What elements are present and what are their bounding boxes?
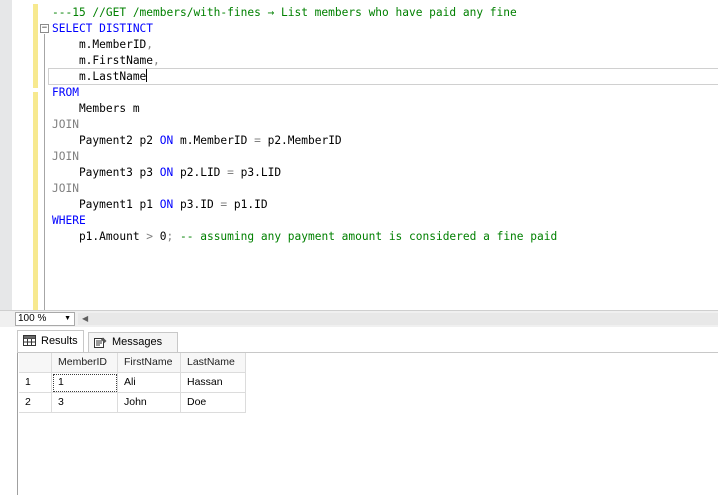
column-header[interactable]: MemberID [52,353,118,373]
horizontal-scrollbar[interactable] [78,313,718,325]
code-token: FROM [52,86,79,99]
text-caret [146,69,148,82]
scroll-left-arrow-icon[interactable]: ◀ [82,314,88,323]
code-token: m.MemberID [52,38,147,51]
results-grid-frame: MemberID FirstName LastName 1 1 Ali Hass… [17,353,718,495]
editor-margin [0,0,12,310]
results-tabs: Results Messages [17,330,718,352]
tab-results[interactable]: Results [17,330,84,352]
code-line[interactable]: ---15 //GET /members/with-fines → List m… [52,5,557,21]
tab-messages[interactable]: Messages [88,332,178,352]
sql-code[interactable]: ---15 //GET /members/with-fines → List m… [52,5,557,245]
code-token: m.FirstName [52,54,154,67]
grid-cell[interactable]: Doe [181,393,246,413]
code-line[interactable]: JOIN [52,181,557,197]
column-header[interactable]: FirstName [118,353,181,373]
messages-icon [94,337,107,348]
code-line[interactable]: SELECT DISTINCT [52,21,557,37]
code-line[interactable]: Payment2 p2 ON m.MemberID = p2.MemberID [52,133,557,149]
code-token: p2.LID [173,166,228,179]
code-token: SELECT DISTINCT [52,22,154,35]
code-token: , [146,38,154,51]
zoom-dropdown[interactable]: 100 % ▼ [15,312,75,326]
row-number[interactable]: 1 [19,373,52,393]
tab-results-label: Results [41,335,78,347]
code-token: m.LastName [52,70,147,83]
code-token: JOIN [52,182,79,195]
code-token: = [227,166,234,179]
code-line[interactable]: FROM [52,85,557,101]
change-tracking-bar [33,0,38,310]
tab-messages-label: Messages [112,336,163,348]
code-line[interactable]: WHERE [52,213,557,229]
code-token: -- assuming any payment amount is consid… [173,230,558,243]
grid-cell[interactable]: Ali [118,373,181,393]
grid-cell[interactable]: 1 [52,373,118,393]
code-token: = [254,134,261,147]
code-token: WHERE [52,214,86,227]
code-token: p2.MemberID [260,134,342,147]
row-number[interactable]: 2 [19,393,52,413]
chevron-down-icon: ▼ [64,315,71,322]
code-token: ON [159,166,174,179]
grid-cell[interactable]: Hassan [181,373,246,393]
grid-icon [23,335,36,346]
code-line[interactable]: Members m [52,101,557,117]
code-token: p1.Amount [52,230,147,243]
code-line[interactable]: m.LastName [52,69,557,85]
column-header[interactable]: LastName [181,353,246,373]
grid-corner[interactable] [19,353,52,373]
collapse-toggle-icon[interactable]: − [40,24,49,33]
code-token: Payment2 p2 [52,134,160,147]
code-token: Members m [52,102,140,115]
code-token: ---15 //GET /members/with-fines → List m… [52,6,517,19]
code-line[interactable]: JOIN [52,117,557,133]
code-line[interactable]: JOIN [52,149,557,165]
code-token: p3.ID [173,198,221,211]
grid-cell[interactable]: 3 [52,393,118,413]
outline-guide [44,34,45,310]
code-line[interactable]: Payment3 p3 ON p2.LID = p3.LID [52,165,557,181]
code-token: p1.ID [227,198,268,211]
code-token: p3.LID [233,166,282,179]
grid-cell[interactable]: John [118,393,181,413]
zoom-bar: 100 % ▼ ◀ [0,310,718,327]
code-token: ON [159,134,174,147]
code-token: , [153,54,160,67]
code-line[interactable]: m.MemberID, [52,37,557,53]
code-line[interactable]: Payment1 p1 ON p3.ID = p1.ID [52,197,557,213]
code-token: 0 [153,230,167,243]
code-line[interactable]: p1.Amount > 0; -- assuming any payment a… [52,229,557,245]
code-token: JOIN [52,150,79,163]
code-token: Payment1 p1 [52,198,160,211]
code-token: Payment3 p3 [52,166,160,179]
code-token: ON [159,198,174,211]
code-token: JOIN [52,118,79,131]
zoom-value: 100 % [18,313,47,324]
code-line[interactable]: m.FirstName, [52,53,557,69]
code-token: m.MemberID [173,134,255,147]
query-editor[interactable]: − ---15 //GET /members/with-fines → List… [0,0,718,310]
results-pane: Results Messages MemberID FirstName Last… [0,327,718,495]
